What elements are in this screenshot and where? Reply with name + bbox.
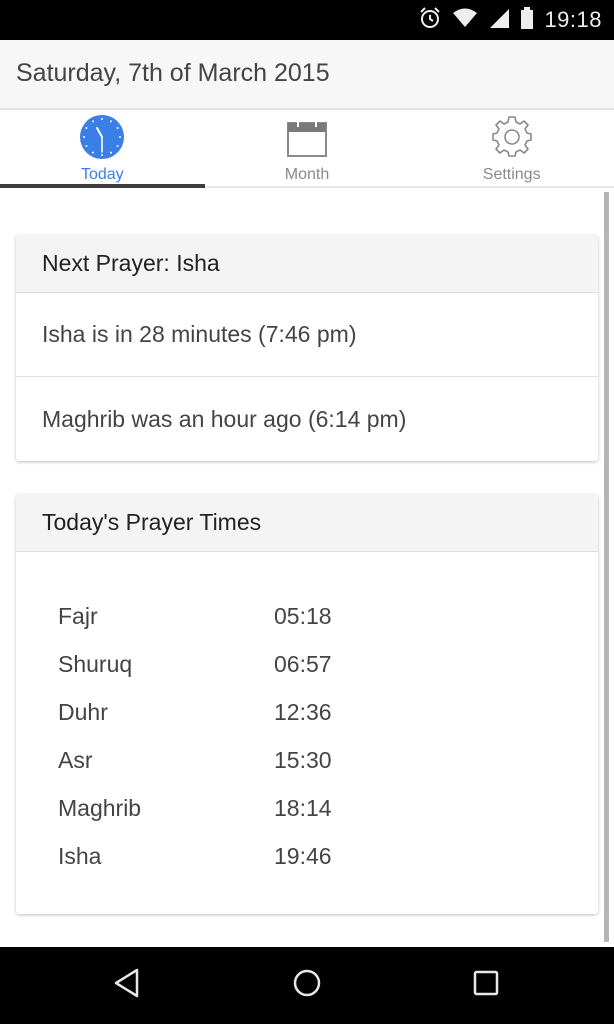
prayer-time: 12:36 — [274, 698, 332, 725]
tab-bar: Today Month Settings — [0, 110, 614, 188]
status-time: 19:18 — [544, 7, 602, 32]
clock-icon — [79, 114, 125, 160]
back-button[interactable] — [107, 965, 147, 1005]
cell-signal-icon — [488, 7, 510, 34]
system-nav-bar — [0, 947, 614, 1024]
prayer-times-card: Today's Prayer Times Fajr 05:18 Shuruq 0… — [16, 494, 598, 914]
prayer-name: Duhr — [58, 698, 108, 725]
next-prayer-row: Isha is in 28 minutes (7:46 pm) — [16, 293, 598, 377]
date-title: Saturday, 7th of March 2015 — [16, 59, 330, 87]
back-icon — [112, 967, 142, 1004]
prayer-name: Maghrib — [58, 794, 142, 821]
prayer-time-row: Maghrib 18:14 — [16, 784, 598, 832]
prayer-time-row: Duhr 12:36 — [16, 688, 598, 736]
prayer-time-row: Isha 19:46 — [16, 832, 598, 880]
prayer-time: 19:46 — [274, 842, 332, 869]
tab-month[interactable]: Month — [205, 110, 410, 186]
tab-settings-label: Settings — [482, 166, 541, 183]
tab-settings[interactable]: Settings — [409, 110, 614, 186]
status-bar: 19:18 — [0, 0, 614, 40]
prayer-name: Asr — [58, 746, 93, 773]
prayer-name: Fajr — [58, 602, 98, 629]
prayer-time-row: Asr 15:30 — [16, 736, 598, 784]
app-header: Saturday, 7th of March 2015 — [0, 40, 614, 110]
prayer-time: 18:14 — [274, 794, 332, 821]
previous-prayer-row: Maghrib was an hour ago (6:14 pm) — [42, 405, 407, 432]
recents-icon — [472, 969, 500, 1002]
prayer-name: Isha — [58, 842, 102, 869]
calendar-icon — [284, 114, 330, 160]
recents-button[interactable] — [466, 965, 506, 1005]
tab-today-label: Today — [80, 166, 124, 183]
battery-icon — [520, 6, 534, 35]
prayer-time-row: Shuruq 06:57 — [16, 640, 598, 688]
prayer-name: Shuruq — [58, 650, 133, 677]
scrollbar[interactable] — [604, 192, 609, 942]
prayer-time: 15:30 — [274, 746, 332, 773]
alarm-icon — [418, 6, 442, 35]
home-button[interactable] — [287, 965, 327, 1005]
home-icon — [292, 968, 322, 1003]
prayer-time: 06:57 — [274, 650, 332, 677]
prayer-time: 05:18 — [274, 602, 332, 629]
tab-month-label: Month — [284, 166, 330, 183]
prayer-times-title: Today's Prayer Times — [16, 494, 598, 552]
prayer-times-list: Fajr 05:18 Shuruq 06:57 Duhr 12:36 Asr 1… — [16, 552, 598, 914]
content-area: Next Prayer: Isha Isha is in 28 minutes … — [0, 190, 614, 947]
next-prayer-title: Next Prayer: Isha — [16, 235, 598, 293]
prayer-time-row: Fajr 05:18 — [16, 592, 598, 640]
gear-icon — [489, 114, 535, 160]
wifi-icon — [452, 7, 478, 34]
next-prayer-card: Next Prayer: Isha Isha is in 28 minutes … — [16, 235, 598, 461]
tab-today[interactable]: Today — [0, 110, 205, 188]
